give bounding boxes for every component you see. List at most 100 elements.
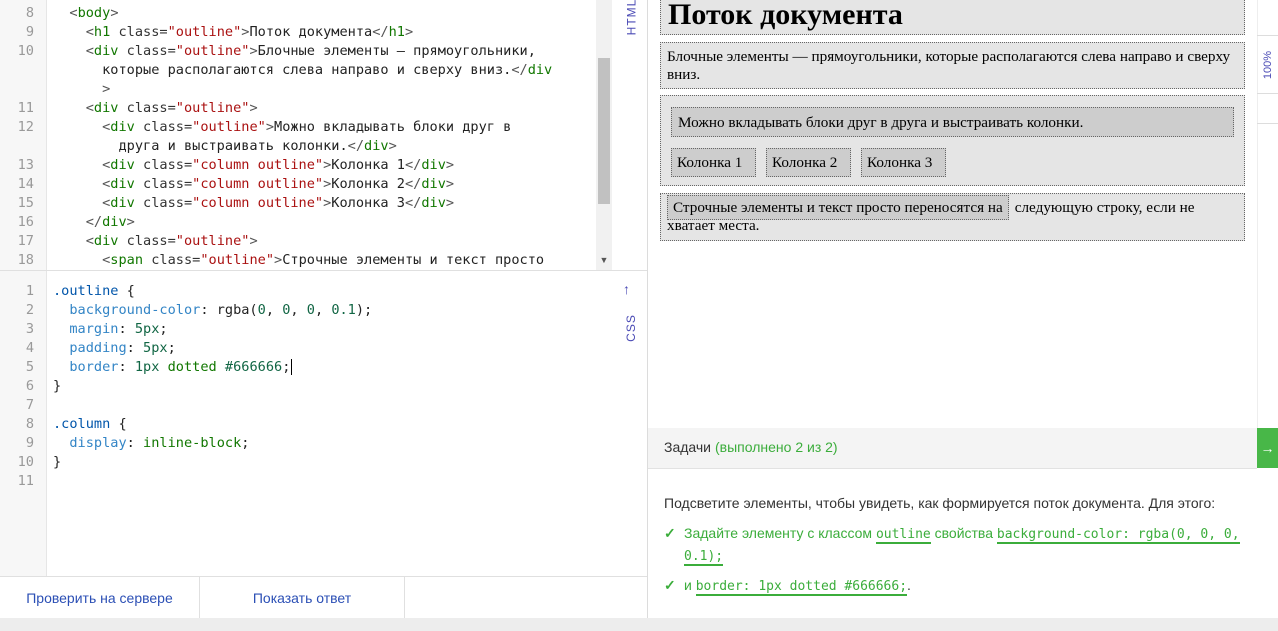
code-token: border	[53, 359, 119, 375]
code-token: body	[77, 5, 111, 21]
preview-block-text: Блочные элементы — прямоугольники, котор…	[660, 42, 1245, 89]
scroll-down-icon[interactable]: ▼	[597, 253, 611, 267]
code-line[interactable]: 12 <div class="outline">Можно вкладывать…	[0, 118, 590, 137]
code-text: <div class="outline">Можно вкладывать бл…	[53, 118, 511, 137]
preview-nested-text: Можно вкладывать блоки друг в друга и вы…	[671, 107, 1234, 137]
code-token: class=	[143, 252, 201, 268]
up-arrow-icon[interactable]: ↑	[623, 281, 630, 297]
code-line[interactable]: 9 <h1 class="outline">Поток документа</h…	[0, 23, 590, 42]
tasks-title-text: Задачи	[664, 439, 712, 455]
code-token: inline-block	[143, 435, 242, 451]
line-number: 12	[17, 119, 34, 135]
code-line[interactable]: 13 <div class="column outline">Колонка 1…	[0, 156, 590, 175]
preview-column: Колонка 3	[861, 148, 946, 177]
code-text: padding: 5px;	[53, 339, 175, 358]
code-line[interactable]: >	[0, 80, 590, 99]
page-footer-bar	[0, 618, 1278, 631]
code-token: div	[110, 195, 135, 211]
code-line[interactable]: 3 margin: 5px;	[0, 320, 590, 339]
code-token: >	[53, 81, 111, 97]
code-line[interactable]: 11	[0, 472, 590, 491]
code-token: <	[53, 24, 94, 40]
code-token: div	[93, 43, 119, 59]
code-token: :	[118, 321, 135, 337]
code-token: div	[421, 176, 446, 192]
task2-code-border: border: 1px dotted #666666;	[695, 579, 908, 596]
code-token: {	[110, 416, 127, 432]
line-number: 1	[25, 283, 34, 299]
task-item: ✓ и border: 1px dotted #666666;.	[664, 574, 1254, 598]
code-token: 1px	[134, 359, 160, 375]
check-on-server-button[interactable]: Проверить на сервере	[0, 577, 200, 619]
code-token: "column outline"	[192, 195, 324, 211]
code-token: >	[445, 176, 455, 192]
tasks-panel: Задачи (выполнено 2 из 2) → Подсветите эл…	[648, 428, 1278, 618]
task1-text-2: свойства	[934, 525, 993, 541]
side-tab[interactable]	[1257, 0, 1278, 36]
code-line[interactable]: 8 <body>	[0, 4, 590, 23]
code-line[interactable]: 2 background-color: rgba(0, 0, 0, 0.1);	[0, 301, 590, 320]
code-line[interactable]: которые располагаются слева направо и св…	[0, 61, 590, 80]
code-text: >	[53, 80, 110, 99]
show-answer-button[interactable]: Показать ответ	[200, 577, 405, 619]
tasks-header[interactable]: Задачи (выполнено 2 из 2)	[648, 428, 1257, 469]
code-token: div	[421, 195, 446, 211]
code-token: 0	[257, 302, 266, 318]
code-text: <div class="column outline">Колонка 3</d…	[53, 194, 454, 213]
code-line[interactable]: 10 <div class="outline">Блочные элементы…	[0, 42, 590, 61]
task1-code-bg-end: 0.1);	[684, 549, 724, 566]
code-token: class=	[134, 195, 193, 211]
code-line[interactable]: 4 padding: 5px;	[0, 339, 590, 358]
code-line[interactable]: 6}	[0, 377, 590, 396]
code-token: display	[53, 435, 127, 451]
preview-nested-container: Можно вкладывать блоки друг в друга и вы…	[660, 95, 1245, 186]
code-line[interactable]: 5 border: 1px dotted #666666;	[0, 358, 590, 377]
code-line[interactable]: 10}	[0, 453, 590, 472]
zoom-tab[interactable]: 100%	[1257, 35, 1278, 94]
code-line[interactable]: 17 <div class="outline">	[0, 232, 590, 251]
code-token: "outline"	[175, 233, 250, 249]
html-editor[interactable]: 8 <body> 9 <h1 class="outline">Поток доку…	[0, 0, 647, 270]
code-token: div	[110, 119, 135, 135]
code-text: margin: 5px;	[53, 320, 167, 339]
code-token: </	[53, 214, 103, 230]
task1-code-bg: background-color: rgba(0, 0, 0,	[996, 527, 1240, 544]
side-tab[interactable]	[1257, 93, 1278, 124]
code-text: <div class="column outline">Колонка 1</d…	[53, 156, 454, 175]
code-line[interactable]: друга и выстраивать колонки.</div>	[0, 137, 590, 156]
code-token: ;	[282, 359, 291, 375]
code-line[interactable]: 15 <div class="column outline">Колонка 3…	[0, 194, 590, 213]
code-token: >	[265, 119, 275, 135]
css-editor-label: CSS	[623, 314, 638, 342]
code-token: div	[93, 100, 119, 116]
css-editor[interactable]: 1 .outline {2 background-color: rgba(0, 0…	[0, 270, 647, 577]
code-token: {	[118, 283, 135, 299]
code-text: background-color: rgba(0, 0, 0, 0.1);	[53, 301, 372, 320]
code-token: <	[53, 233, 94, 249]
code-token: >	[249, 43, 258, 59]
next-step-button[interactable]: →	[1257, 428, 1278, 468]
code-token: 0.1	[331, 302, 356, 318]
code-text: которые располагаются слева направо и св…	[53, 61, 552, 80]
code-line[interactable]: 9 display: inline-block;	[0, 434, 590, 453]
code-line[interactable]: 18 <span class="outline">Строчные элемен…	[0, 251, 590, 270]
code-line[interactable]: 11 <div class="outline">	[0, 99, 590, 118]
code-text: <body>	[53, 4, 118, 23]
code-text: border: 1px dotted #666666;	[53, 358, 293, 377]
code-token: .outline	[53, 283, 119, 299]
line-number: 15	[17, 195, 34, 211]
code-line[interactable]: 14 <div class="column outline">Колонка 2…	[0, 175, 590, 194]
line-number: 10	[17, 43, 34, 59]
code-line[interactable]: 8 .column {	[0, 415, 590, 434]
code-token: class=	[118, 43, 176, 59]
code-text: друга и выстраивать колонки.</div>	[53, 137, 396, 156]
code-token: Поток документа	[249, 24, 373, 40]
code-line[interactable]: 7	[0, 396, 590, 415]
html-scrollbar-thumb[interactable]	[598, 58, 610, 204]
code-line[interactable]: 16 </div>	[0, 213, 590, 232]
line-number: 14	[17, 176, 34, 192]
code-text: .column {	[53, 415, 127, 434]
code-line[interactable]: 1 .outline {	[0, 282, 590, 301]
code-token: margin	[53, 321, 119, 337]
line-number: 9	[25, 435, 34, 451]
